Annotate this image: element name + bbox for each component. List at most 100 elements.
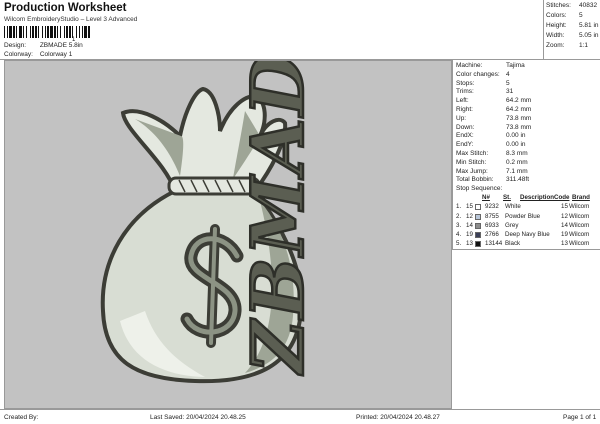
stop-cell-desc: Grey [505,221,519,229]
col-header-n: N# [482,194,490,201]
stop-cell-code: 14 [561,221,568,229]
machine-info-label: Color changes: [456,70,500,78]
stop-cell-n: 15 [466,203,473,211]
stat-colors: Colors: 5 [546,12,600,19]
machine-info-value: 7.1 mm [506,167,528,175]
page-number: Page 1 of 1 [563,414,597,421]
stop-cell-brand: Wilcom [569,231,590,239]
machine-info-row: Machine: Tajima [456,62,600,69]
page-title: Production Worksheet [4,2,127,14]
stop-cell-n: 14 [466,221,473,229]
software-subtitle: Wilcom EmbroideryStudio – Level 3 Advanc… [4,16,138,23]
colorway-value: Colorway 1 [39,51,73,58]
stat-value: 40832 [579,2,598,9]
machine-info-value: 64.2 mm [506,97,532,105]
machine-info-value: 31 [506,88,514,96]
col-header-brand: Brand [572,194,590,201]
machine-info-label: Stops: [456,79,475,87]
thread-color-swatch [475,204,481,211]
thread-color-swatch [475,241,481,248]
machine-info-row: Left: 64.2 mm [456,97,600,104]
design-value: ZBMADE 5.8in [39,42,83,49]
stop-cell-brand: Wilcom [569,203,590,211]
machine-info-label: Down: [456,123,475,131]
colorway-label: Colorway: [4,51,33,58]
barcode-image [4,26,90,38]
design-text: ZBMADE [235,61,320,376]
stop-cell-brand: Wilcom [569,212,590,220]
money-bag-embroidery: ZBMADE [100,61,321,384]
machine-info-value: 73.8 mm [506,114,532,122]
machine-info-row: Up: 73.8 mm [456,115,600,122]
machine-info-label: Machine: [456,62,483,69]
stat-label: Width: [546,32,565,39]
machine-info-label: Right: [456,106,473,113]
machine-info-panel: Machine: Tajima Color changes: 4 Stops: 5 Trim… [452,60,600,250]
machine-info-label: EndX: [456,132,474,140]
stop-sequence-row: 1. 15 9232 White 15 Wilcom [453,203,600,212]
stop-cell-desc: White [505,203,521,211]
stop-sequence-row: 3. 14 6933 Grey 14 Wilcom [453,222,600,231]
stop-cell-st: 6933 [485,221,499,229]
stop-cell-code: 15 [561,203,568,211]
stat-stitches: Stitches: 40832 [546,2,600,9]
machine-info-value: Tajima [506,62,525,69]
stop-cell-desc: Black [505,240,521,248]
machine-info-value: 73.8 mm [506,123,532,131]
thread-color-swatch [475,213,481,220]
stop-sequence-row: 4. 19 2766 Deep Navy Blue 19 Wilcom [453,231,600,240]
stop-cell-st: 9232 [485,203,499,211]
stat-value: 5 [579,12,583,19]
stop-cell-brand: Wilcom [569,221,590,229]
thread-color-swatch [475,232,481,239]
machine-info-row: Stops: 5 [456,80,600,87]
worksheet-footer: Created By: Last Saved: 20/04/2024 20.48… [0,409,600,424]
machine-info-value: 0.2 mm [506,158,528,166]
stop-cell-code: 19 [561,231,568,239]
design-row: Design: ZBMADE 5.8in [4,42,83,49]
col-header-code: Code [554,194,570,201]
design-label: Design: [4,42,27,49]
machine-info-value: 8.3 mm [506,150,528,157]
machine-info-value: 5 [506,79,510,87]
stat-label: Colors: [546,12,567,19]
printed-date: Printed: 20/04/2024 20.48.27 [356,414,440,421]
machine-info-row: Down: 73.8 mm [456,124,600,131]
stop-cell-idx: 1. [456,203,462,211]
machine-info-label: Trims: [456,88,474,96]
stop-sequence-table: N# St. Description Code Brand 1. 15 9232 Wh… [453,194,600,250]
machine-info-row: Right: 64.2 mm [456,106,600,113]
machine-info-row: EndX: 0.00 in [456,132,600,139]
design-stats: Stitches: 40832 Colors: 5 Height: 5.81 in W… [543,0,600,60]
stop-cell-st: 2766 [485,231,499,239]
stat-label: Height: [546,22,567,29]
machine-info-value: 0.00 in [506,132,526,140]
machine-info-value: 4 [506,70,510,78]
stop-cell-code: 13 [561,240,568,248]
stop-cell-idx: 4. [456,231,462,239]
stop-sequence-row: 2. 12 8755 Powder Blue 12 Wilcom [453,213,600,222]
machine-info-value: 311.48ft [506,176,530,184]
machine-info-label: Up: [456,114,467,122]
stop-cell-idx: 5. [456,240,462,248]
machine-info-value: 0.00 in [506,141,526,149]
machine-info-value: 64.2 mm [506,106,532,113]
colorway-row: Colorway: Colorway 1 [4,51,72,58]
stop-cell-n: 13 [466,240,473,248]
stop-cell-st: 13144 [485,240,503,248]
design-preview: ZBMADE [4,60,452,409]
stop-sequence-row: 5. 13 13144 Black 13 Wilcom [453,240,600,249]
stop-cell-n: 19 [466,231,473,239]
machine-info-label: Left: [456,97,469,105]
machine-info-label: Min Stitch: [456,158,487,166]
machine-info-label: Total Bobbin: [456,176,494,184]
stop-cell-brand: Wilcom [569,240,590,248]
worksheet-header: Production Worksheet Wilcom EmbroiderySt… [0,0,543,60]
stat-width: Width: 5.05 in [546,32,600,39]
stat-value: 1:1 [579,42,589,49]
last-saved: Last Saved: 20/04/2024 20.48.25 [150,414,246,421]
machine-info-label: Max Jump: [456,167,488,175]
machine-info-label: EndY: [456,141,474,149]
machine-info-row: Max Stitch: 8.3 mm [456,150,600,157]
stop-table-header: N# St. Description Code Brand [453,194,600,203]
